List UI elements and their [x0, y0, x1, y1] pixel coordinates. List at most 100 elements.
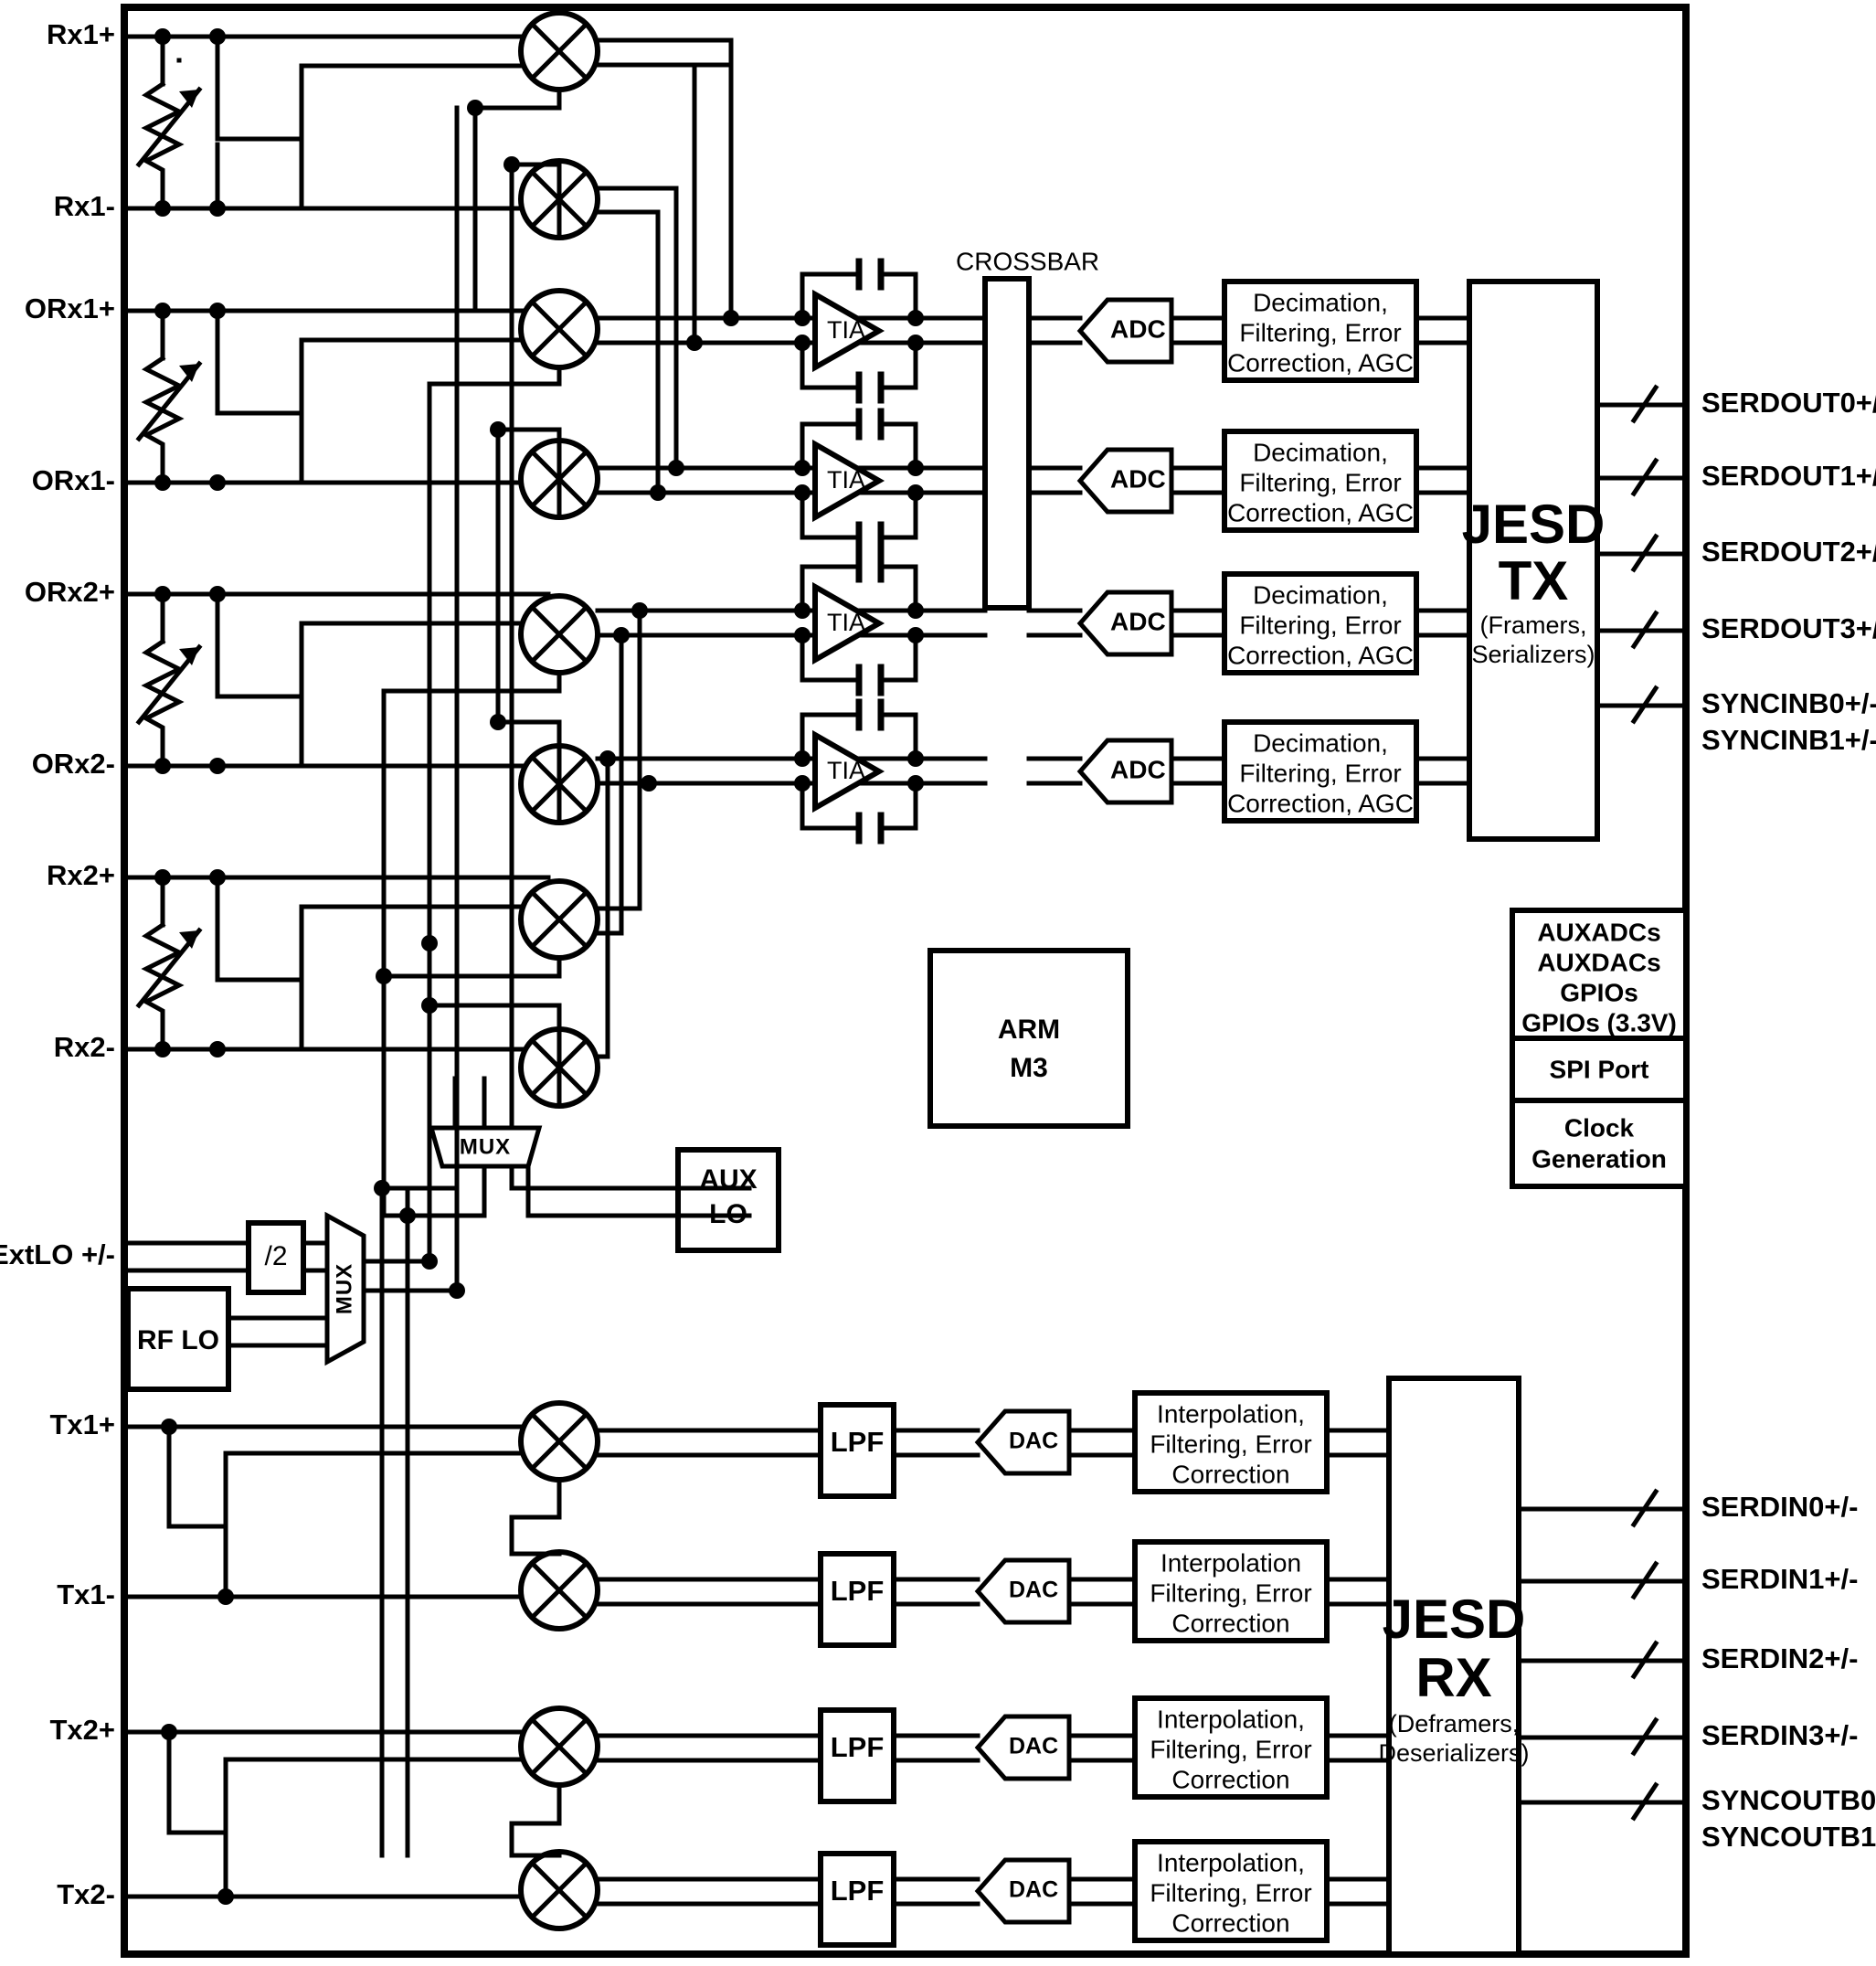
rx-dsp-line2-2: Filtering, Error	[1239, 468, 1401, 496]
mixer-tx2p	[518, 1706, 600, 1788]
dac-1: DAC	[974, 1408, 1138, 1476]
tx-dsp-line2-1: Filtering, Error	[1150, 1429, 1311, 1458]
lpf-4: LPF	[818, 1851, 980, 1948]
lo-mux-vertical: MUX	[324, 1211, 460, 1366]
pin-label-tx1p: Tx1+	[49, 1408, 115, 1440]
tx-dsp-line2-2: Filtering, Error	[1150, 1578, 1311, 1607]
rx-dsp-line2-4: Filtering, Error	[1239, 759, 1401, 787]
wire-rx1p-leg	[215, 34, 304, 142]
tx-dsp-block-4: Interpolation, Filtering, Error Correcti…	[1132, 1839, 1392, 1943]
pin-label-rx1p: Rx1+	[47, 18, 115, 50]
lpf-label-4: LPF	[831, 1875, 885, 1907]
pin-label-serdout2: SERDOUT2+/-	[1701, 536, 1876, 568]
tx-dsp-block-2: Interpolation Filtering, Error Correctio…	[1132, 1539, 1392, 1643]
tia-stage-4: TIA	[792, 698, 924, 845]
lpf-3: LPF	[818, 1707, 980, 1804]
pin-label-orx2p: ORx2+	[25, 576, 115, 608]
tx1-leg	[166, 1424, 228, 1529]
rx-dsp-line1-4: Decimation,	[1253, 728, 1388, 757]
arm-label: ARM	[998, 1015, 1060, 1045]
gpios-33v-label: GPIOs (3.3V)	[1521, 1008, 1677, 1036]
tx-dsp-line1-2: Interpolation	[1161, 1548, 1301, 1577]
diagram-svg: TIA TIA TIA TIA CROSSBAR ADC ADC ADC ADC…	[0, 4, 1876, 1958]
clock-gen-label: Generation	[1532, 1144, 1667, 1173]
spi-port-label: SPI Port	[1550, 1055, 1649, 1083]
rx-dsp-block-3: Decimation, Filtering, Error Correction,…	[1222, 571, 1472, 675]
pin-label-syncoutb1: SYNCOUTB1+/-	[1701, 1821, 1876, 1853]
tx-dsp-block-1: Interpolation, Filtering, Error Correcti…	[1132, 1390, 1392, 1494]
pin-label-serdout3: SERDOUT3+/-	[1701, 612, 1876, 644]
arm-m3-block: ARM M3	[927, 948, 1130, 1129]
divide-by-2-block: /2	[246, 1220, 306, 1295]
pin-label-serdin1: SERDIN1+/-	[1701, 1563, 1858, 1595]
jesd-rx-block: JESD RX (Deframers, Deserializers)	[1378, 1376, 1530, 1957]
mux-label-lo: MUX	[332, 1263, 356, 1314]
jesd-tx-title-1: JESD	[1462, 494, 1606, 555]
jesd-rx-title-2: RX	[1415, 1647, 1491, 1708]
pin-label-rx2p: Rx2+	[47, 859, 115, 891]
lpf-label-3: LPF	[831, 1731, 885, 1763]
clock-label: Clock	[1564, 1113, 1635, 1142]
mixer-tx2n	[518, 1849, 600, 1931]
adc-label-3: ADC	[1110, 607, 1166, 635]
tx-dsp-line3-3: Correction	[1171, 1765, 1289, 1793]
adc-2: ADC	[1076, 447, 1227, 515]
tx-dsp-line3-4: Correction	[1171, 1908, 1289, 1937]
rx-dsp-line1-3: Decimation,	[1253, 580, 1388, 609]
jesd-rx-sub-1: (Deframers,	[1389, 1710, 1520, 1738]
mixer-tx1n	[518, 1549, 600, 1631]
pin-label-orx1n: ORx1-	[32, 464, 115, 496]
pin-label-orx1p: ORx1+	[25, 292, 115, 324]
attenuator-orx2	[135, 591, 203, 769]
dac-label-3: DAC	[1009, 1734, 1058, 1759]
tx-dsp-line2-3: Filtering, Error	[1150, 1735, 1311, 1763]
rx-dsp-line3-4: Correction, AGC	[1227, 789, 1414, 817]
rx-dsp-line3-2: Correction, AGC	[1227, 498, 1414, 526]
mixer-tx1p	[518, 1400, 600, 1482]
pin-label-tx2n: Tx2-	[57, 1878, 115, 1910]
adc-label-4: ADC	[1110, 755, 1166, 783]
jesd-rx-title-1: JESD	[1383, 1589, 1526, 1650]
jesd-tx-block: JESD TX (Framers, Serializers)	[1462, 279, 1606, 842]
adc-1: ADC	[1076, 297, 1227, 365]
pin-label-serdin3: SERDIN3+/-	[1701, 1719, 1858, 1751]
dac-2: DAC	[974, 1557, 1138, 1625]
syncinb-line	[1595, 685, 1689, 725]
crossbar-label: CROSSBAR	[956, 247, 1099, 275]
dac-label-1: DAC	[1009, 1429, 1058, 1454]
pin-label-serdin2: SERDIN2+/-	[1701, 1642, 1858, 1674]
serdout2-line	[1595, 533, 1689, 573]
adc-label-1: ADC	[1110, 314, 1166, 343]
lpf-label-2: LPF	[831, 1575, 885, 1607]
jesd-rx-sub-2: Deserializers)	[1378, 1739, 1529, 1767]
rx-dsp-line2-1: Filtering, Error	[1239, 318, 1401, 346]
serdin1-line	[1516, 1560, 1689, 1600]
serdout1-line	[1595, 457, 1689, 497]
pin-label-extlo: ExtLO +/-	[0, 1238, 115, 1270]
attenuator-rx2	[135, 875, 203, 1052]
jesd-tx-sub-1: (Framers,	[1480, 611, 1587, 639]
serdin3-line	[1516, 1716, 1689, 1757]
mux-label-top: MUX	[460, 1134, 511, 1159]
pin-label-tx1n: Tx1-	[57, 1578, 115, 1610]
tia-label-4: TIA	[827, 757, 865, 784]
adc-4: ADC	[1076, 738, 1227, 805]
gpios-label: GPIOs	[1560, 978, 1638, 1006]
lpf-label-1: LPF	[831, 1426, 885, 1458]
tia-stage-3: TIA	[792, 550, 924, 696]
tia-label-3: TIA	[827, 609, 865, 636]
pin-label-syncinb1: SYNCINB1+/-	[1701, 724, 1876, 756]
auxdacs-label: AUXDACs	[1537, 948, 1660, 976]
pin-label-syncinb0: SYNCINB0+/-	[1701, 687, 1876, 719]
dac-label-2: DAC	[1009, 1578, 1058, 1603]
rx-dsp-block-4: Decimation, Filtering, Error Correction,…	[1222, 719, 1472, 824]
m3-label: M3	[1010, 1053, 1048, 1083]
mixer-orx2p	[518, 593, 600, 675]
adc-label-2: ADC	[1110, 464, 1166, 493]
tx2-leg	[166, 1729, 228, 1835]
pin-label-tx2p: Tx2+	[49, 1714, 115, 1746]
aux-lo-block: AUX LO	[675, 1147, 781, 1253]
serdout3-line	[1595, 610, 1689, 650]
pin-label-rx1n: Rx1-	[54, 190, 115, 222]
tx-dsp-block-3: Interpolation, Filtering, Error Correcti…	[1132, 1695, 1392, 1800]
